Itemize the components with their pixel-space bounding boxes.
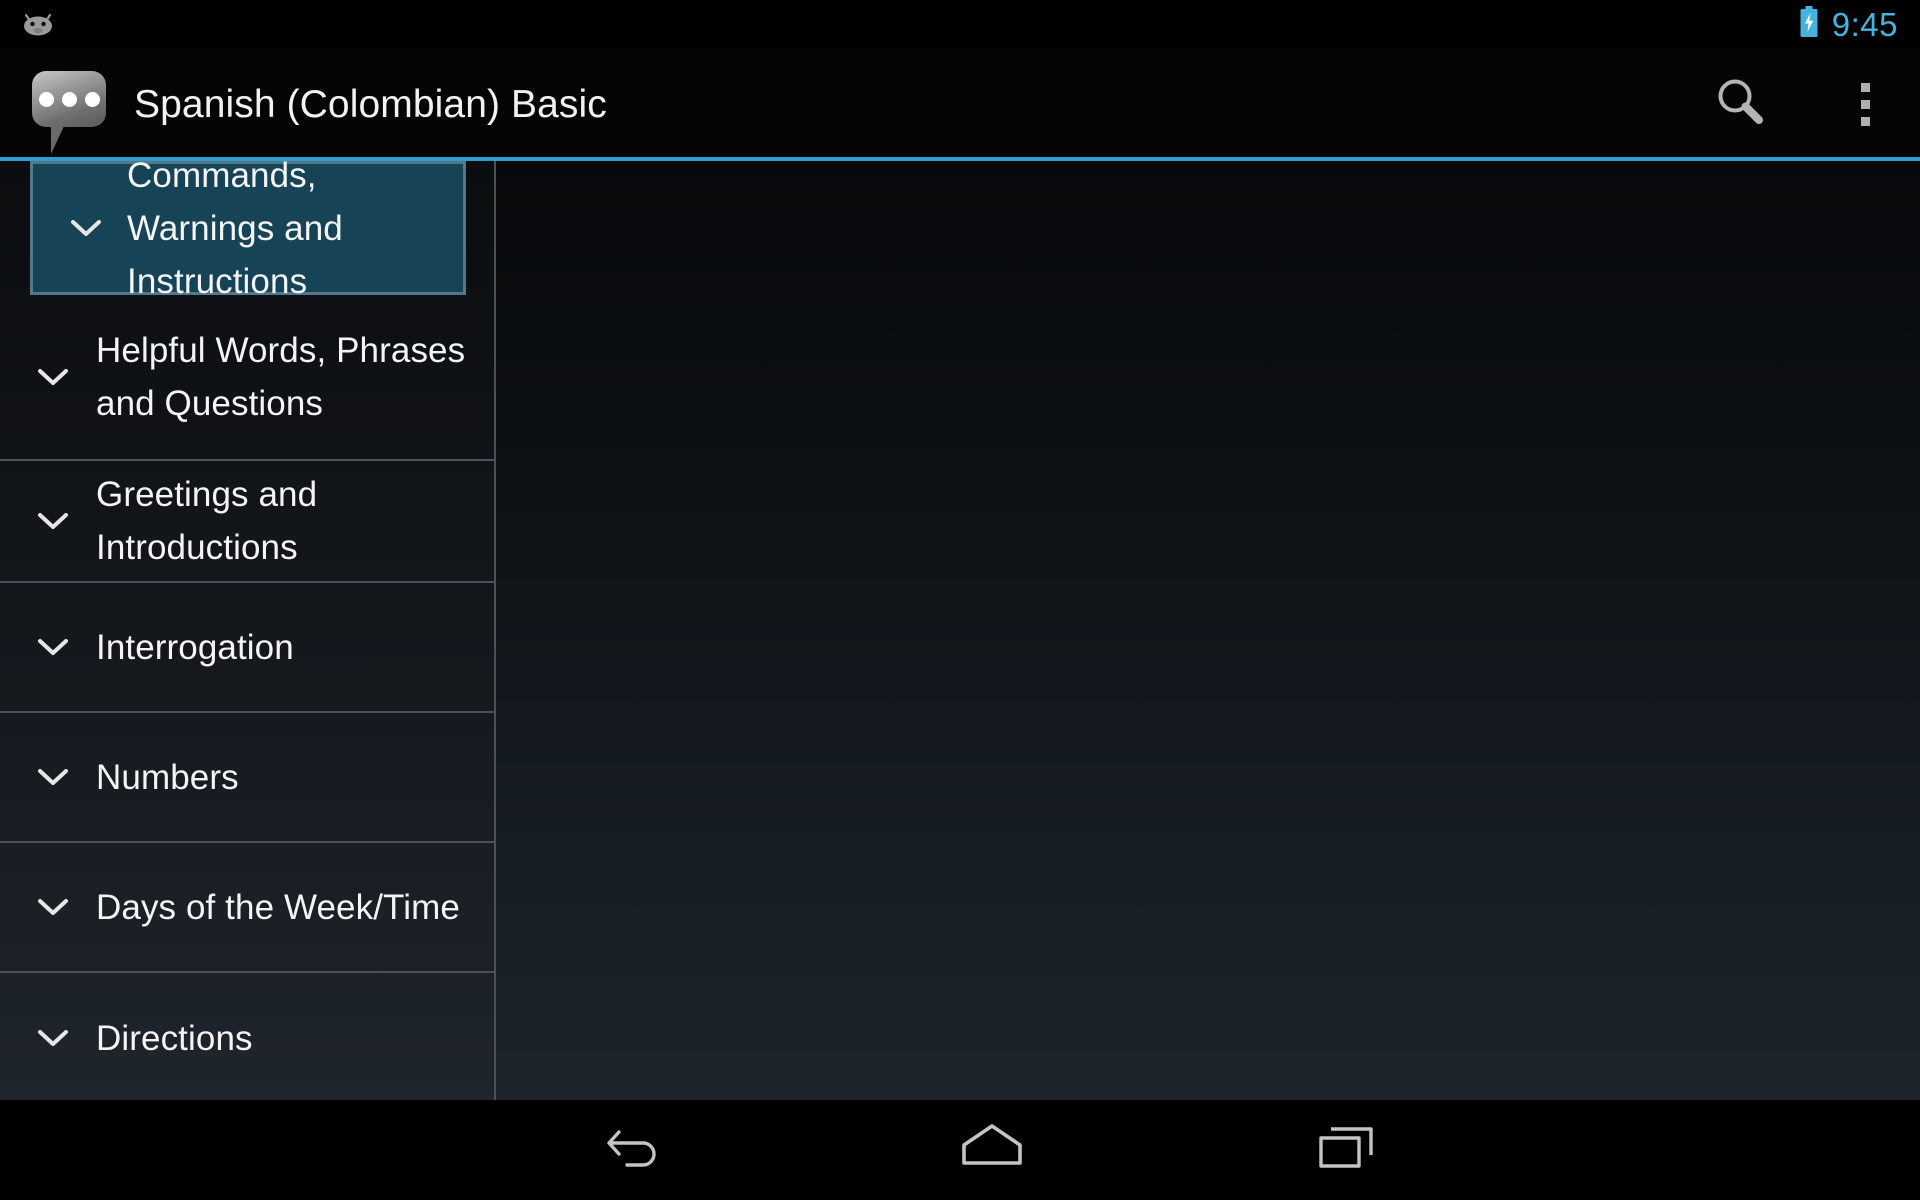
home-icon	[956, 1119, 1028, 1182]
nav-home-button[interactable]	[902, 1100, 1082, 1200]
chevron-down-icon[interactable]	[32, 366, 74, 388]
system-navigation-bar	[0, 1100, 1920, 1200]
sidebar-item-days-of-the-week-time[interactable]: Days of the Week/Time	[0, 843, 494, 973]
search-button[interactable]	[1670, 48, 1810, 160]
status-clock: 9:45	[1831, 5, 1898, 43]
status-bar: 9:45	[0, 0, 1920, 48]
chevron-down-icon[interactable]	[32, 1027, 74, 1049]
sidebar-item-helpful-words-phrases-questions[interactable]: Helpful Words, Phrases and Questions	[0, 295, 494, 461]
android-tablet-screen: 9:45 Spanish (Colombian) Basic Commands,…	[0, 0, 1920, 1200]
action-bar: Spanish (Colombian) Basic	[0, 48, 1920, 160]
content-area: Commands, Warnings and Instructions Help…	[0, 161, 1920, 1100]
sidebar-item-label: Helpful Words, Phrases and Questions	[96, 331, 466, 423]
sidebar-item-interrogation[interactable]: Interrogation	[0, 583, 494, 713]
sidebar-item-label: Commands, Warnings and Instructions	[127, 161, 343, 301]
sidebar-item-label: Days of the Week/Time	[96, 887, 460, 927]
sidebar-item-numbers[interactable]: Numbers	[0, 713, 494, 843]
detail-pane	[496, 161, 1920, 1100]
chevron-down-icon[interactable]	[32, 766, 74, 788]
page-title: Spanish (Colombian) Basic	[134, 82, 607, 126]
search-icon	[1711, 73, 1769, 136]
overflow-menu-icon	[1860, 82, 1870, 126]
sidebar-item-label: Numbers	[96, 757, 239, 797]
chevron-down-icon[interactable]	[32, 636, 74, 658]
nav-back-button[interactable]	[546, 1100, 726, 1200]
back-arrow-icon	[605, 1122, 667, 1179]
speech-bubble-icon	[26, 61, 112, 154]
recent-apps-icon	[1315, 1119, 1381, 1182]
sidebar-item-label: Greetings and Introductions	[96, 475, 318, 567]
nav-recent-apps-button[interactable]	[1258, 1100, 1438, 1200]
chevron-down-icon[interactable]	[32, 896, 74, 918]
battery-charging-icon	[1799, 5, 1819, 43]
sidebar-item-commands-warnings-instructions[interactable]: Commands, Warnings and Instructions	[30, 161, 466, 301]
android-robot-icon	[18, 10, 58, 38]
status-indicators: 9:45	[1799, 5, 1898, 43]
sidebar-item-label: Interrogation	[96, 627, 294, 667]
sidebar-item-directions[interactable]: Directions	[0, 973, 494, 1100]
chevron-down-icon[interactable]	[65, 217, 107, 239]
action-bar-buttons	[1670, 48, 1920, 160]
sidebar-item-label: Directions	[96, 1018, 253, 1058]
overflow-menu-button[interactable]	[1810, 48, 1920, 160]
sidebar-item-greetings-introductions[interactable]: Greetings and Introductions	[0, 461, 494, 583]
chevron-down-icon[interactable]	[32, 510, 74, 532]
category-sidebar[interactable]: Commands, Warnings and Instructions Help…	[0, 161, 496, 1100]
